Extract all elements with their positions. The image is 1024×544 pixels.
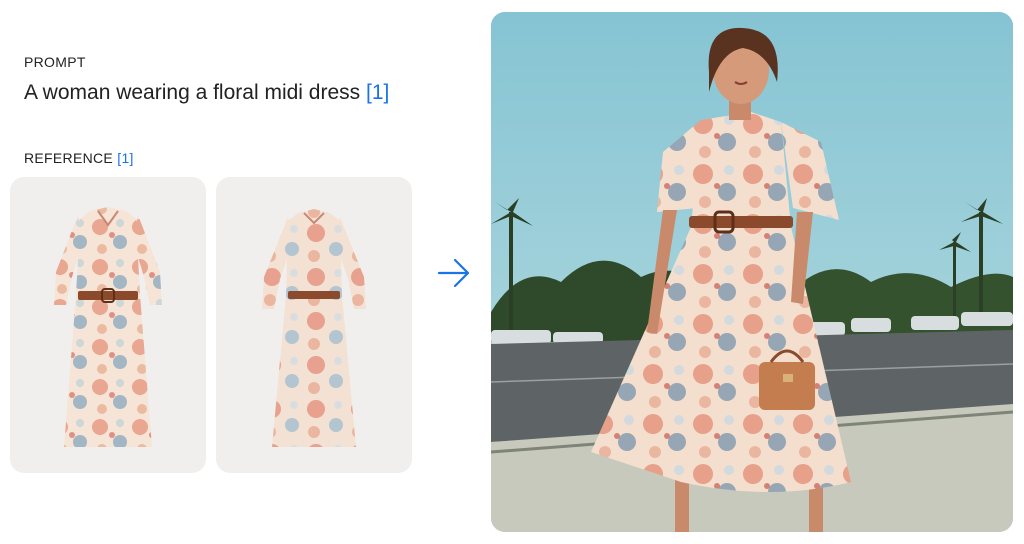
prompt-ref-tag: [1]	[366, 81, 390, 104]
reference-image-2	[216, 177, 412, 473]
reference-heading: REFERENCE [1]	[24, 150, 134, 166]
reference-ref-tag: [1]	[117, 150, 134, 166]
result-image	[491, 12, 1013, 532]
prompt-heading: PROMPT	[24, 54, 86, 70]
reference-heading-label: REFERENCE	[24, 150, 114, 166]
dress-front-image	[54, 207, 162, 447]
reference-image-1	[10, 177, 206, 473]
prompt-text: A woman wearing a floral midi dress [1]	[24, 81, 389, 105]
prompt-text-body: A woman wearing a floral midi dress	[24, 81, 361, 104]
arrow-right-icon	[437, 258, 470, 288]
result-photo	[491, 12, 1013, 532]
dress-alt-image	[262, 209, 366, 447]
